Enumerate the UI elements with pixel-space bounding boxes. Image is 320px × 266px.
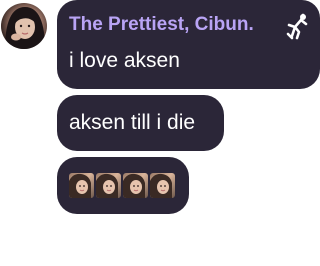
face-sticker-icon (150, 173, 175, 198)
face-sticker-icon (69, 173, 94, 198)
face-sticker-icon (123, 173, 148, 198)
sticker-message-bubble[interactable] (57, 157, 189, 214)
sender-name[interactable]: The Prettiest, Cibun. (69, 14, 254, 36)
sticker-row (69, 173, 175, 198)
message-bubble[interactable]: The Prettiest, Cibun. i love aksen (57, 0, 320, 89)
message-bubble[interactable]: aksen till i die (57, 95, 224, 151)
avatar[interactable] (1, 3, 47, 49)
face-sticker-icon (96, 173, 121, 198)
user-avatar-icon (5, 7, 45, 49)
dancing-figure-icon (283, 12, 311, 40)
message-text: i love aksen (69, 49, 180, 72)
message-text: aksen till i die (69, 111, 196, 134)
